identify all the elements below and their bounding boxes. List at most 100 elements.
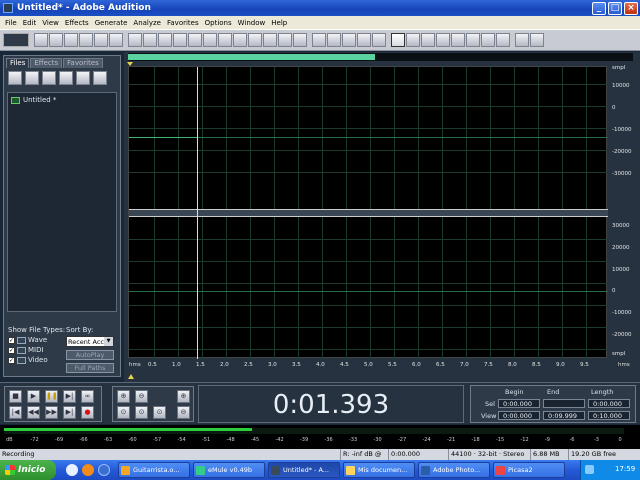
paste-icon[interactable]	[218, 33, 232, 47]
visible-range-indicator[interactable]	[128, 54, 376, 60]
view-end-field[interactable]: 0:09.999	[543, 411, 585, 420]
fast-forward-button[interactable]: ▶▶	[45, 406, 58, 419]
zoom-in-vertical-icon[interactable]: ⊕	[177, 390, 190, 403]
undo-icon[interactable]	[128, 33, 142, 47]
menu-edit[interactable]: Edit	[20, 19, 40, 27]
waveform-view-icon[interactable]	[327, 33, 341, 47]
menu-options[interactable]: Options	[202, 19, 235, 27]
levels-panel-icon[interactable]	[466, 33, 480, 47]
close-file-icon[interactable]	[109, 33, 123, 47]
sel-begin-field[interactable]: 0:00.000	[498, 399, 540, 408]
task-emule[interactable]: eMule v0.49b	[193, 462, 265, 478]
start-button[interactable]: Inicio	[0, 460, 56, 480]
menu-view[interactable]: View	[39, 19, 62, 27]
close-button[interactable]: ×	[624, 1, 638, 15]
maximize-button[interactable]: □	[608, 1, 622, 15]
open-icon[interactable]	[49, 33, 63, 47]
go-to-start-button[interactable]: |◀	[9, 406, 22, 419]
zoom-to-right-icon[interactable]: ⊙	[153, 406, 166, 419]
menu-analyze[interactable]: Analyze	[130, 19, 164, 27]
desktop-icon[interactable]	[66, 464, 78, 476]
wave-checkbox[interactable]: ✓	[8, 336, 15, 344]
sel-end-field[interactable]	[543, 399, 585, 408]
time-panel-icon[interactable]	[421, 33, 435, 47]
zoom-out-vertical-icon[interactable]: ⊖	[177, 406, 190, 419]
menu-help[interactable]: Help	[268, 19, 290, 27]
pan-view-icon[interactable]	[357, 33, 371, 47]
files-panel-icon[interactable]	[391, 33, 405, 47]
edit-file-icon[interactable]	[76, 71, 90, 85]
cut-icon[interactable]	[203, 33, 217, 47]
zoom-full-icon[interactable]: ⊙	[117, 406, 130, 419]
firefox-icon[interactable]	[82, 464, 94, 476]
clipboard-icon[interactable]	[263, 33, 277, 47]
mix-paste-icon[interactable]	[173, 33, 187, 47]
open-file-icon[interactable]	[8, 71, 22, 85]
video-checkbox[interactable]: ✓	[8, 356, 15, 364]
zoom-panel-icon[interactable]	[436, 33, 450, 47]
autoplay-button[interactable]: AutoPlay	[66, 350, 114, 360]
zoom-in-horizontal-icon[interactable]: ⊕	[117, 390, 130, 403]
menu-favorites[interactable]: Favorites	[164, 19, 202, 27]
task-mis-documentos[interactable]: Mis documen...	[343, 462, 415, 478]
rewind-button[interactable]: ◀◀	[27, 406, 40, 419]
loop-button[interactable]: ∞	[81, 390, 94, 403]
view-begin-field[interactable]: 0:00.000	[498, 411, 540, 420]
go-to-end-button[interactable]: ▶|	[63, 406, 76, 419]
repeat-icon[interactable]	[158, 33, 172, 47]
trim-icon[interactable]	[233, 33, 247, 47]
insert-multitrack-icon[interactable]	[59, 71, 73, 85]
midi-checkbox[interactable]: ✓	[8, 346, 15, 354]
zoom-out-horizontal-icon[interactable]: ⊖	[135, 390, 148, 403]
copy-icon[interactable]	[188, 33, 202, 47]
minimize-button[interactable]: _	[592, 1, 606, 15]
time-ruler[interactable]: hms hms 0.5 1.0 1.5 2.0 2.5 3.0 3.5 4.0 4.5 5.0 5.…	[128, 360, 633, 372]
history-panel-icon[interactable]	[481, 33, 495, 47]
panel-help-icon[interactable]	[93, 71, 107, 85]
redo-icon[interactable]	[143, 33, 157, 47]
tab-files[interactable]: Files	[6, 58, 30, 68]
full-paths-button[interactable]: Full Paths	[66, 363, 114, 373]
task-picasa[interactable]: Picasa2	[493, 462, 565, 478]
phase-view-icon[interactable]	[372, 33, 386, 47]
tab-effects[interactable]: Effects	[30, 58, 63, 68]
stop-button[interactable]: ■	[9, 390, 22, 403]
menu-file[interactable]: File	[2, 19, 20, 27]
type-row-video[interactable]: ✓ Video	[8, 356, 65, 364]
horizontal-scroll[interactable]	[128, 374, 633, 380]
cd-icon[interactable]	[515, 33, 529, 47]
volume-icon[interactable]	[585, 465, 594, 474]
type-row-wave[interactable]: ✓ Wave	[8, 336, 65, 344]
type-row-midi[interactable]: ✓ MIDI	[8, 346, 65, 354]
pause-button[interactable]: ❚❚	[45, 390, 58, 403]
menu-effects[interactable]: Effects	[62, 19, 92, 27]
task-audition[interactable]: Untitled* - A...	[268, 462, 340, 478]
playhead-cursor[interactable]	[197, 67, 198, 359]
list-item[interactable]: Untitled *	[11, 96, 113, 104]
record-button[interactable]: ●	[81, 406, 94, 419]
delete-icon[interactable]	[278, 33, 292, 47]
tab-favorites[interactable]: Favorites	[63, 58, 103, 68]
sel-length-field[interactable]: 0:00.000	[588, 399, 630, 408]
new-icon[interactable]	[34, 33, 48, 47]
import-icon[interactable]	[25, 71, 39, 85]
ie-icon[interactable]	[98, 464, 110, 476]
play-to-end-button[interactable]: ▶|	[63, 390, 76, 403]
overview-bar[interactable]	[128, 53, 633, 61]
transport-panel-icon[interactable]	[406, 33, 420, 47]
convert-icon[interactable]	[293, 33, 307, 47]
task-guitarrista[interactable]: Guitarrista.o...	[118, 462, 190, 478]
zoom-to-left-icon[interactable]: ⊙	[135, 406, 148, 419]
help-icon[interactable]	[530, 33, 544, 47]
task-photoshop[interactable]: Adobe Photo...	[418, 462, 490, 478]
menu-window[interactable]: Window	[235, 19, 269, 27]
sort-select[interactable]: Recent Acc ▼	[66, 336, 114, 347]
play-button[interactable]: ▶	[27, 390, 40, 403]
close-file-panel-icon[interactable]	[42, 71, 56, 85]
save-all-icon[interactable]	[94, 33, 108, 47]
menu-generate[interactable]: Generate	[92, 19, 131, 27]
workspace-mode-button[interactable]	[3, 33, 29, 47]
markers-panel-icon[interactable]	[496, 33, 510, 47]
view-length-field[interactable]: 0:10.000	[588, 411, 630, 420]
spectral-view-icon[interactable]	[342, 33, 356, 47]
